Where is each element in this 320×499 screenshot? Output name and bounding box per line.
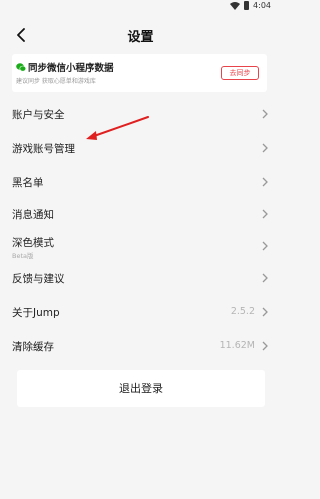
row-label: 黑名单 [12,177,44,189]
row-label: 消息通知 [12,209,54,221]
status-indicators: 4:04 [230,1,271,10]
chevron-right-icon [262,143,268,153]
settings-row-account-security[interactable]: 账户与安全 [0,100,281,128]
chevron-right-icon [262,241,268,251]
row-label: 反馈与建议 [12,273,65,285]
settings-row-feedback[interactable]: 反馈与建议 [0,264,281,292]
chevron-right-icon [262,273,268,283]
settings-row-blacklist[interactable]: 黑名单 [0,168,281,196]
status-bar: 4:04 [0,0,281,14]
settings-row-dark-mode[interactable]: 深色模式 Beta版 [0,228,281,264]
wifi-icon [230,1,241,10]
sync-button[interactable]: 去同步 [221,66,259,80]
chevron-right-icon [262,177,268,187]
sync-title: 同步微信小程序数据 [16,60,114,74]
row-label: 深色模式 [12,237,54,249]
row-label: 清除缓存 [12,341,54,353]
settings-row-clear-cache[interactable]: 清除缓存 11.62M [0,332,281,360]
status-time: 4:04 [253,1,271,10]
chevron-right-icon [262,341,268,351]
settings-row-notifications[interactable]: 消息通知 [0,200,281,228]
cache-size-value: 11.62M [219,340,255,351]
wechat-icon [16,62,26,71]
sync-card: 同步微信小程序数据 建议同步 获取心愿单和游戏库 去同步 [12,54,267,92]
logout-button[interactable]: 退出登录 [17,370,265,407]
settings-row-about[interactable]: 关于Jump 2.5.2 [0,298,281,326]
row-label: 游戏账号管理 [12,143,75,155]
sync-title-text: 同步微信小程序数据 [28,63,114,74]
page-title: 设置 [127,30,154,45]
beta-badge: Beta版 [12,252,34,260]
nav-bar: 设置 [0,18,281,52]
sync-subtitle: 建议同步 获取心愿单和游戏库 [16,78,96,85]
row-label: 账户与安全 [12,109,65,121]
chevron-right-icon [262,109,268,119]
chevron-right-icon [262,209,268,219]
battery-icon [244,1,250,10]
row-label: 关于Jump [12,307,60,319]
version-value: 2.5.2 [230,306,255,317]
chevron-right-icon [262,307,268,317]
settings-row-game-accounts[interactable]: 游戏账号管理 [0,134,281,162]
